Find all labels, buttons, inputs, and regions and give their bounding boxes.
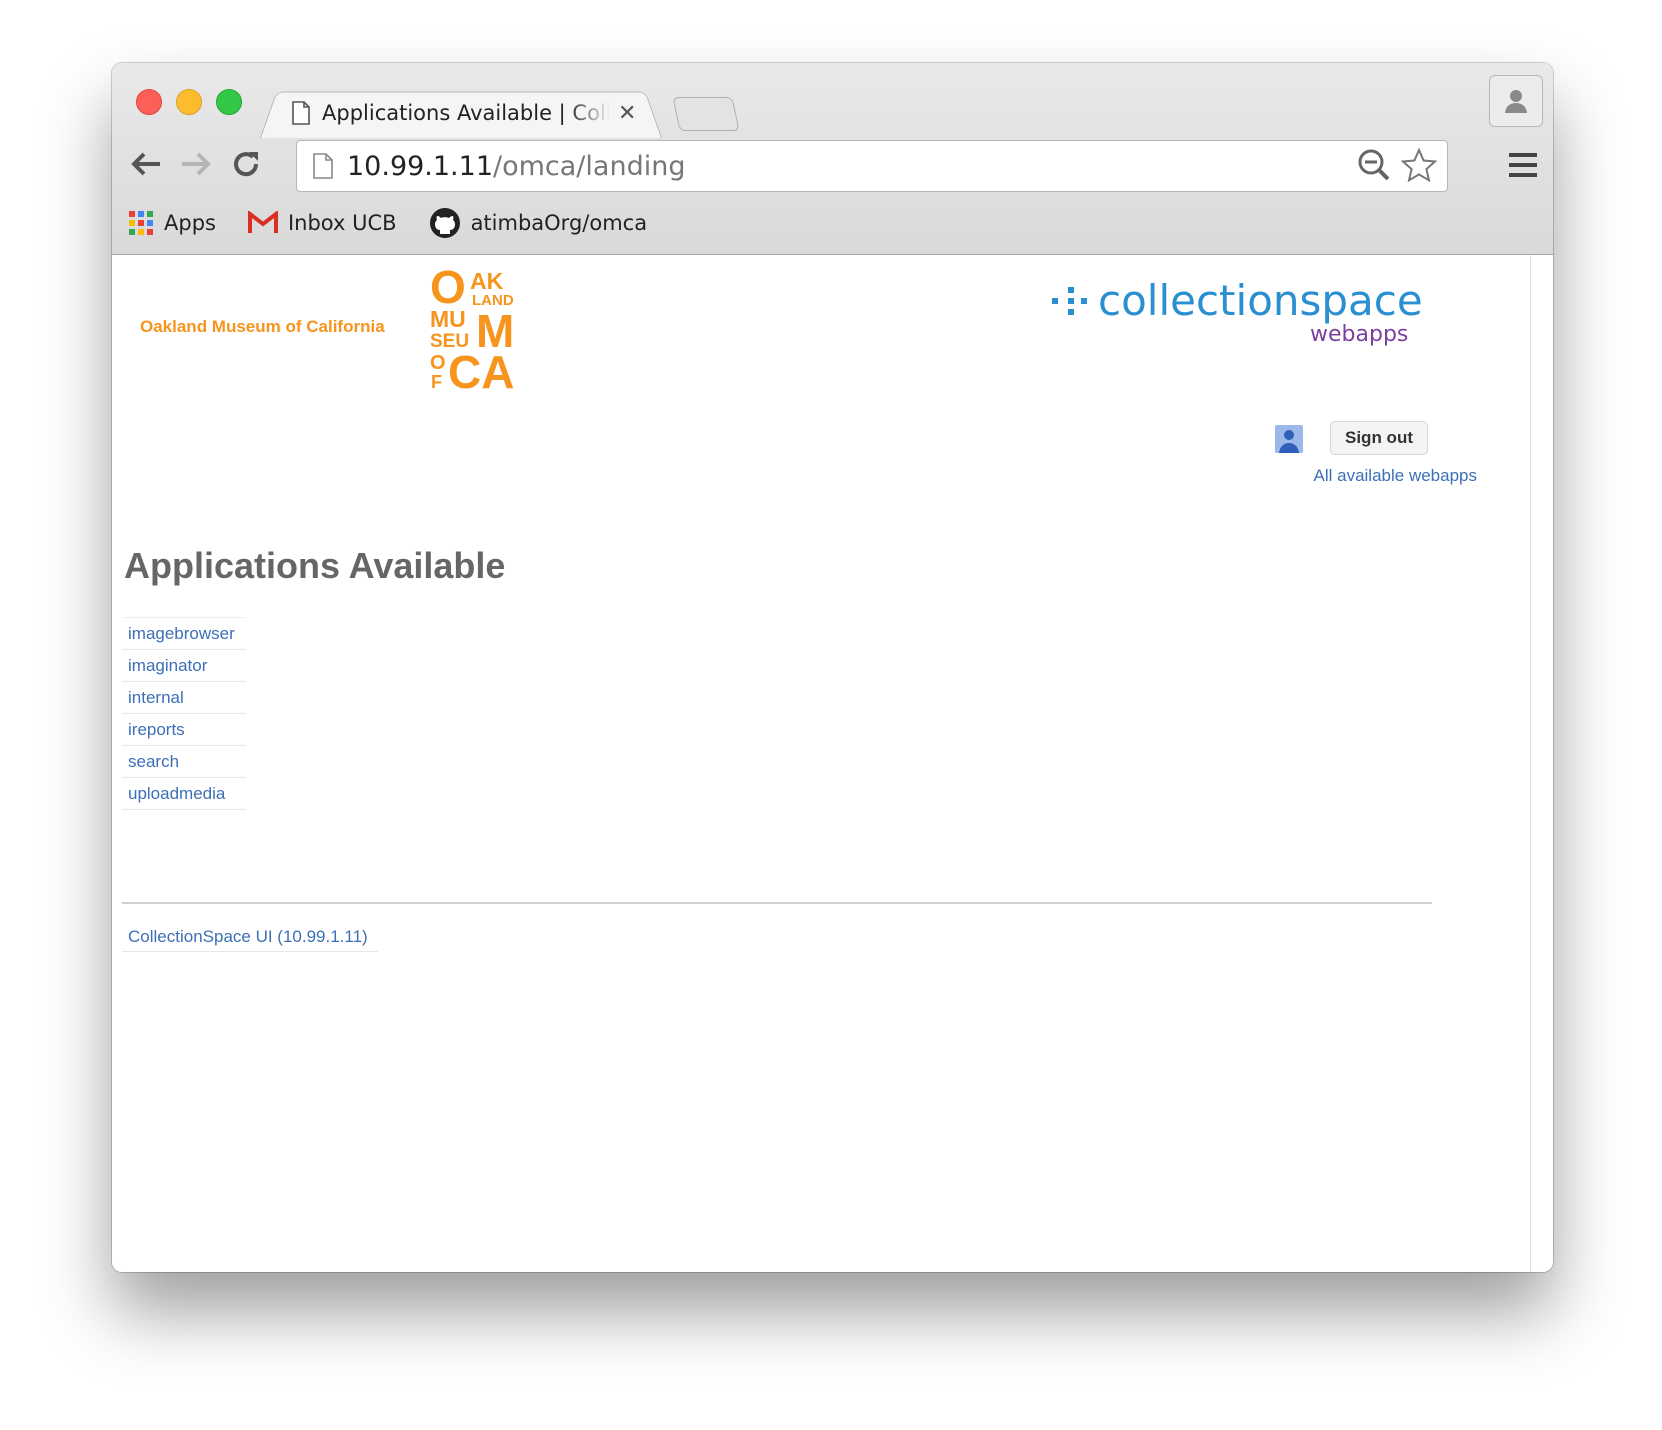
profile-button[interactable] xyxy=(1489,75,1543,127)
tab-title: Applications Available | CollectionSpace xyxy=(322,101,610,125)
back-button[interactable] xyxy=(126,144,166,184)
zoom-icon[interactable] xyxy=(1357,148,1391,182)
tab-close-icon[interactable]: ✕ xyxy=(618,100,636,126)
logo-text: O xyxy=(430,352,446,374)
app-link-internal[interactable]: internal xyxy=(128,688,184,708)
app-link-uploadmedia[interactable]: uploadmedia xyxy=(128,784,225,804)
logo-text: AK xyxy=(470,268,504,294)
app-link-imaginator[interactable]: imaginator xyxy=(128,656,207,676)
museum-name: Oakland Museum of California xyxy=(140,317,385,336)
browser-chrome: Applications Available | CollectionSpace… xyxy=(112,63,1553,255)
app-link-imagebrowser[interactable]: imagebrowser xyxy=(128,624,235,644)
page-title: Applications Available xyxy=(124,545,506,586)
collectionspace-ui-link[interactable]: CollectionSpace UI (10.99.1.11) xyxy=(122,923,378,952)
forward-arrow-icon xyxy=(182,152,211,176)
tab-strip: Applications Available | CollectionSpace… xyxy=(112,63,1553,138)
github-icon xyxy=(429,208,460,238)
scrollbar-edge xyxy=(1530,255,1531,1272)
list-item: search xyxy=(122,746,246,778)
browser-toolbar: 10.99.1.11/omca/landing xyxy=(112,136,1553,196)
omca-logo: O AK LAND MU SEU M O F CA xyxy=(430,265,514,391)
logo-text: F xyxy=(431,372,442,391)
list-item: imagebrowser xyxy=(122,618,246,650)
bookmark-label: Inbox UCB xyxy=(287,211,397,235)
reload-button[interactable] xyxy=(226,144,266,184)
address-bar[interactable]: 10.99.1.11/omca/landing xyxy=(296,140,1448,192)
logo-text: MU xyxy=(430,306,466,332)
reload-icon xyxy=(234,152,259,177)
back-arrow-icon xyxy=(131,152,160,176)
bookmark-atimbaorg-omca[interactable]: atimbaOrg/omca xyxy=(429,207,648,239)
collectionspace-logo: collectionspace webapps xyxy=(1052,276,1422,347)
active-tab-content[interactable]: Applications Available | CollectionSpace… xyxy=(292,93,652,133)
bookmarks-bar: Apps Inbox UCB atimbaOrg/omca xyxy=(112,198,1553,248)
list-item: imaginator xyxy=(122,650,246,682)
bookmark-star-icon[interactable] xyxy=(1401,148,1437,182)
app-list: imagebrowser imaginator internal ireport… xyxy=(122,617,246,810)
page-content: Oakland Museum of California O AK LAND M… xyxy=(112,255,1530,1272)
sign-out-button[interactable]: Sign out xyxy=(1330,421,1428,455)
page-icon xyxy=(313,153,333,179)
bookmark-apps[interactable]: Apps xyxy=(128,210,216,236)
forward-button[interactable] xyxy=(176,144,216,184)
app-link-ireports[interactable]: ireports xyxy=(128,720,185,740)
browser-window: Applications Available | CollectionSpace… xyxy=(112,63,1553,1272)
window-close-button[interactable] xyxy=(136,89,162,115)
new-tab-button[interactable] xyxy=(672,97,740,131)
app-link-search[interactable]: search xyxy=(128,752,179,772)
url-path: /omca/landing xyxy=(493,150,686,182)
user-avatar-icon xyxy=(1275,425,1303,453)
bookmark-label: Apps xyxy=(164,211,216,235)
all-webapps-link[interactable]: All available webapps xyxy=(1314,466,1478,486)
apps-grid-icon xyxy=(129,211,153,235)
brand-main: collectionspace xyxy=(1098,276,1422,325)
bookmark-inbox-ucb[interactable]: Inbox UCB xyxy=(247,211,397,235)
window-minimize-button[interactable] xyxy=(176,89,202,115)
window-maximize-button[interactable] xyxy=(216,89,242,115)
brand-sub: webapps xyxy=(1310,322,1408,347)
url-text: 10.99.1.11/omca/landing xyxy=(347,151,685,182)
person-icon xyxy=(1505,90,1527,113)
footer-divider xyxy=(122,902,1432,904)
list-item: internal xyxy=(122,682,246,714)
gmail-icon xyxy=(247,211,278,233)
page-icon xyxy=(292,101,310,125)
list-item: uploadmedia xyxy=(122,778,246,810)
menu-icon[interactable] xyxy=(1507,150,1539,180)
url-host: 10.99.1.11 xyxy=(347,150,493,182)
logo-text: CA xyxy=(448,346,514,391)
bookmark-label: atimbaOrg/omca xyxy=(470,211,648,235)
list-item: ireports xyxy=(122,714,246,746)
